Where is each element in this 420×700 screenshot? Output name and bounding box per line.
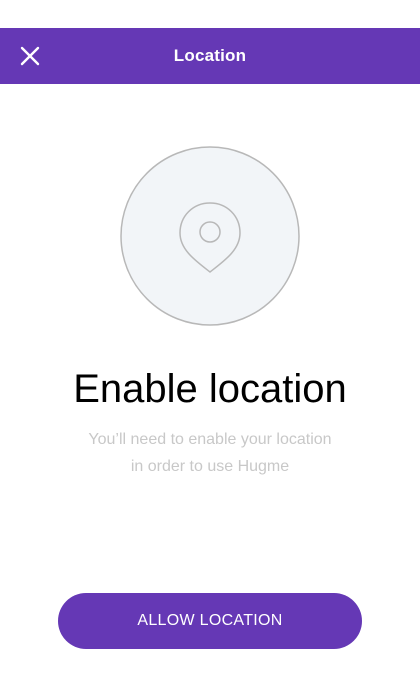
top-app-bar: Location [0, 28, 420, 84]
location-permission-screen: Location Enable location You’ll need to … [0, 0, 420, 700]
page-title: Location [173, 46, 247, 65]
description-text: You’ll need to enable your location in o… [60, 426, 360, 480]
status-bar-area [0, 0, 420, 28]
location-illustration [120, 146, 300, 326]
close-button[interactable] [12, 38, 48, 74]
description-line-1: You’ll need to enable your location [88, 431, 332, 448]
allow-location-button[interactable]: ALLOW LOCATION [58, 593, 362, 649]
main-heading: Enable location [73, 367, 347, 411]
description-line-2: in order to use Hugme [130, 458, 290, 475]
illustration-circle [120, 146, 300, 326]
close-icon [20, 46, 40, 66]
